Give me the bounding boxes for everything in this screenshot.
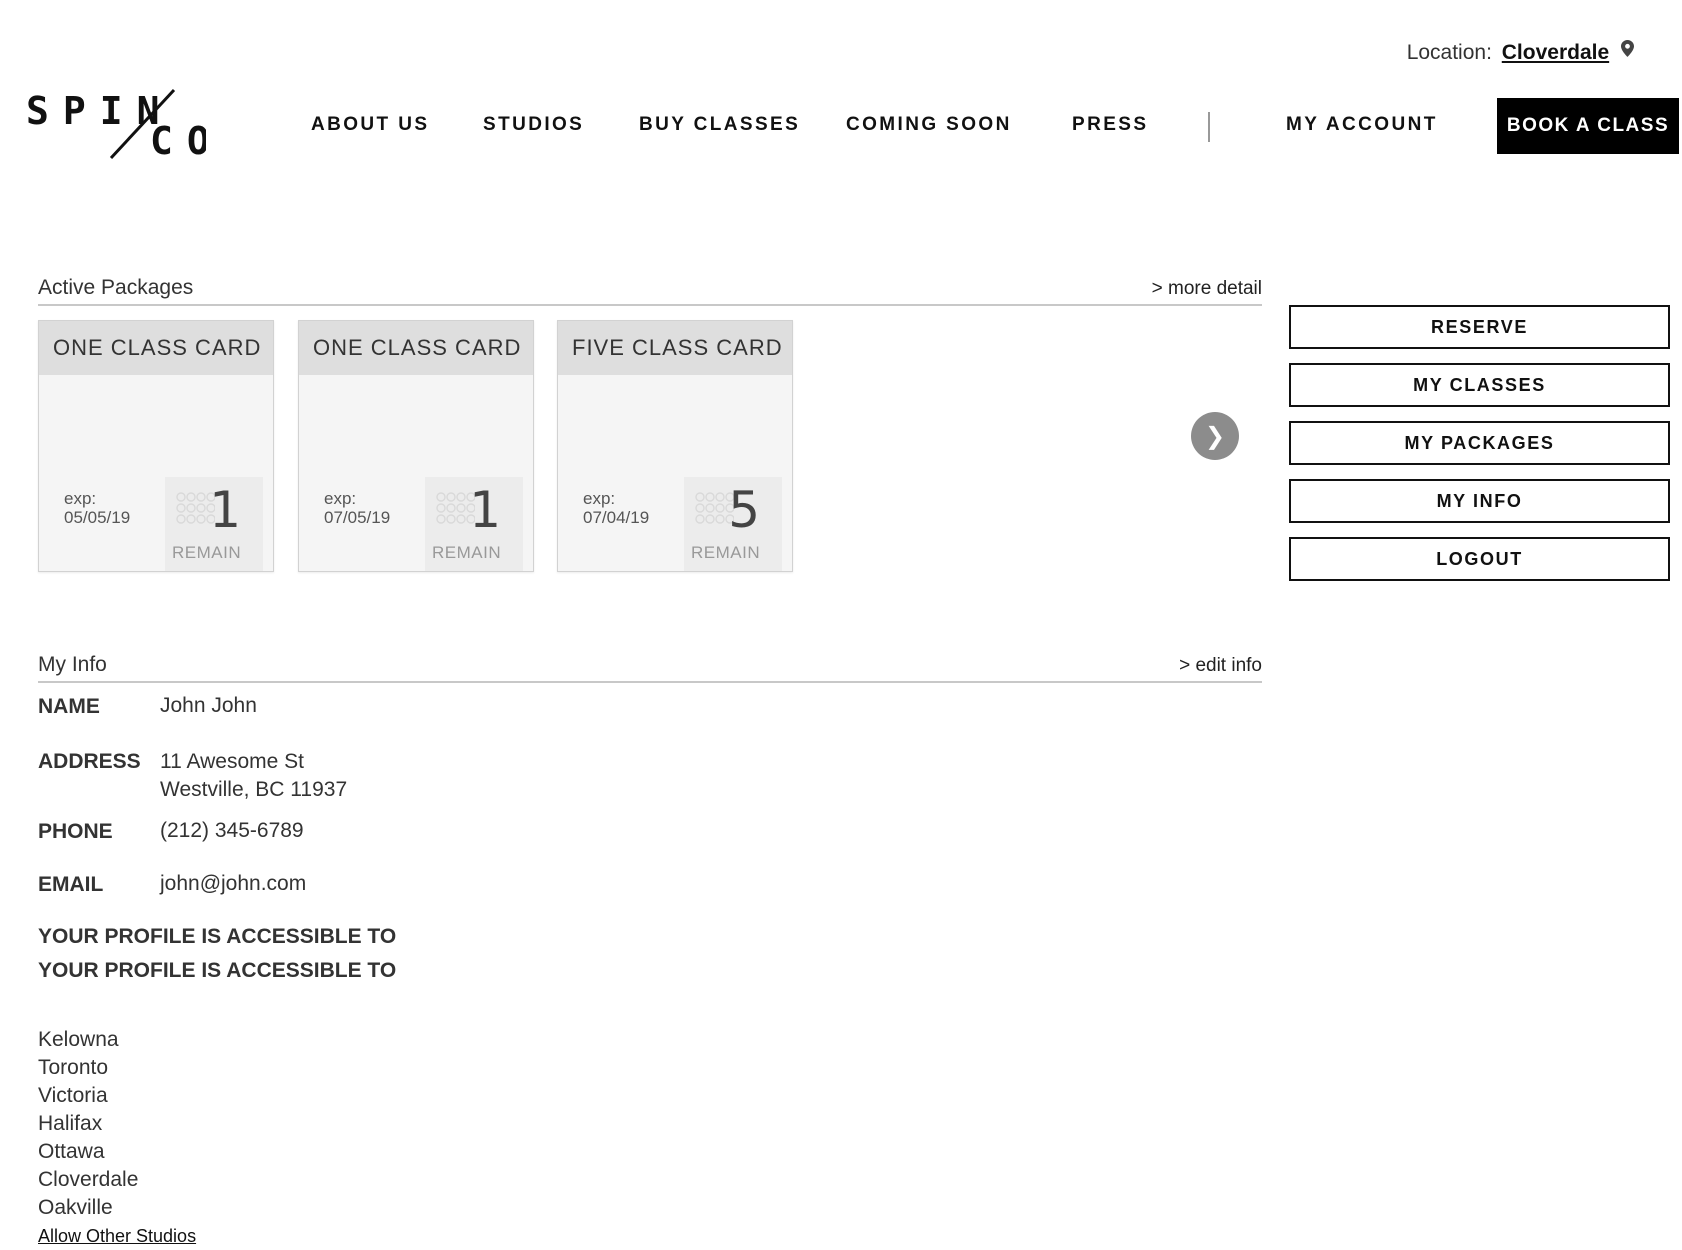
main-nav: ABOUT US STUDIOS BUY CLASSES COMING SOON…: [0, 98, 1682, 154]
address-value: 11 Awesome St Westville, BC 11937: [160, 748, 347, 804]
studio-item: Kelowna: [38, 1028, 119, 1051]
expiry-date: 05/05/19: [64, 508, 131, 527]
package-expiry: exp: 05/05/19: [64, 489, 130, 527]
name-value: John John: [160, 694, 257, 717]
phone-label: PHONE: [38, 820, 113, 843]
studio-item: Oakville: [38, 1196, 113, 1219]
profile-access-heading: YOUR PROFILE IS ACCESSIBLE TO: [38, 925, 397, 948]
profile-access-heading: YOUR PROFILE IS ACCESSIBLE TO: [38, 959, 397, 982]
package-name: ONE CLASS CARD: [299, 321, 533, 375]
remaining-count: 1: [469, 481, 501, 539]
nav-press[interactable]: PRESS: [1072, 114, 1148, 136]
nav-coming-soon[interactable]: COMING SOON: [846, 114, 1012, 136]
package-name: FIVE CLASS CARD: [558, 321, 792, 375]
package-card[interactable]: ONE CLASS CARD exp: 07/05/19 1 REMAIN: [298, 320, 534, 572]
chevron-right-icon[interactable]: ❯: [1191, 412, 1239, 460]
expiry-label: exp:: [324, 489, 357, 508]
remaining-box: 1 REMAIN: [425, 477, 523, 571]
location-label: Location:: [1406, 41, 1492, 64]
my-classes-button[interactable]: MY CLASSES: [1289, 363, 1670, 407]
remaining-label: REMAIN: [432, 543, 502, 562]
package-expiry: exp: 07/05/19: [324, 489, 390, 527]
email-label: EMAIL: [38, 873, 104, 896]
nav-divider: [1208, 112, 1210, 142]
nav-my-account[interactable]: MY ACCOUNT: [1286, 114, 1438, 136]
expiry-date: 07/04/19: [583, 508, 650, 527]
nav-buy-classes[interactable]: BUY CLASSES: [639, 114, 800, 136]
logout-button[interactable]: LOGOUT: [1289, 537, 1670, 581]
expiry-date: 07/05/19: [324, 508, 391, 527]
nav-studios[interactable]: STUDIOS: [483, 114, 584, 136]
address-label: ADDRESS: [38, 750, 141, 773]
remaining-label: REMAIN: [691, 543, 761, 562]
active-packages-header: Active Packages > more detail: [38, 270, 1262, 306]
nav-about-us[interactable]: ABOUT US: [311, 114, 429, 136]
active-packages-title: Active Packages: [38, 276, 194, 299]
address-line-2: Westville, BC 11937: [160, 778, 348, 801]
studio-item: Cloverdale: [38, 1168, 139, 1191]
location-selector: Location: Cloverdale: [1407, 40, 1634, 65]
remaining-box: 5 REMAIN: [684, 477, 782, 571]
remaining-box: 1 REMAIN: [165, 477, 263, 571]
edit-info-link[interactable]: > edit info: [1179, 655, 1262, 677]
my-info-header: My Info > edit info: [38, 647, 1262, 683]
studio-item: Toronto: [38, 1056, 109, 1079]
more-detail-link[interactable]: > more detail: [1152, 278, 1262, 300]
accessible-studios-list: Kelowna Toronto Victoria Halifax Ottawa …: [38, 1026, 138, 1222]
allow-other-studios-link[interactable]: Allow Other Studios: [38, 1226, 196, 1247]
name-label: NAME: [38, 695, 100, 718]
my-info-title: My Info: [38, 653, 107, 676]
package-card[interactable]: FIVE CLASS CARD exp: 07/04/19 5 REMAIN: [557, 320, 793, 572]
remaining-count: 1: [209, 481, 241, 539]
book-a-class-button[interactable]: BOOK A CLASS: [1497, 98, 1679, 154]
address-line-1: 11 Awesome St: [160, 750, 304, 773]
remaining-label: REMAIN: [172, 543, 242, 562]
package-name: ONE CLASS CARD: [39, 321, 273, 375]
location-link[interactable]: Cloverdale: [1502, 41, 1609, 64]
studio-item: Ottawa: [38, 1140, 105, 1163]
expiry-label: exp:: [64, 489, 97, 508]
studio-item: Halifax: [38, 1112, 103, 1135]
email-value: john@john.com: [160, 872, 307, 895]
remaining-count: 5: [728, 481, 760, 539]
phone-value: (212) 345-6789: [160, 819, 304, 842]
studio-item: Victoria: [38, 1084, 108, 1107]
package-card[interactable]: ONE CLASS CARD exp: 05/05/19 1 REMAIN: [38, 320, 274, 572]
my-packages-button[interactable]: MY PACKAGES: [1289, 421, 1670, 465]
my-info-button[interactable]: MY INFO: [1289, 479, 1670, 523]
map-pin-icon: [1621, 40, 1634, 62]
package-expiry: exp: 07/04/19: [583, 489, 649, 527]
reserve-button[interactable]: RESERVE: [1289, 305, 1670, 349]
expiry-label: exp:: [583, 489, 616, 508]
